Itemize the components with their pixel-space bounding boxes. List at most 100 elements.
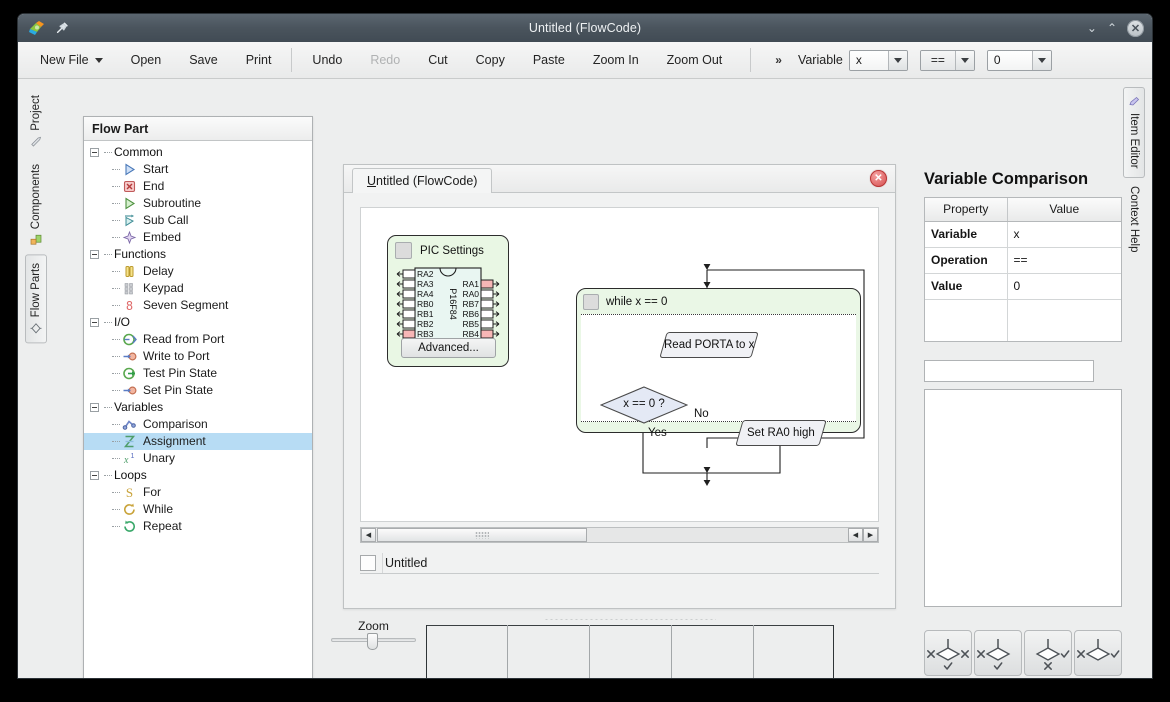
property-value[interactable]: 0 (1007, 273, 1121, 299)
zoom-out-button[interactable]: Zoom Out (653, 48, 737, 73)
open-button[interactable]: Open (117, 48, 176, 73)
sidebar-item-components[interactable]: Components (26, 156, 46, 254)
tree-expander-icon[interactable] (90, 403, 99, 412)
minimize-button[interactable]: ⌄ (1087, 22, 1097, 34)
tree-item-label: Unary (143, 450, 175, 467)
tree-expander-icon[interactable] (90, 250, 99, 259)
search-input[interactable] (924, 360, 1094, 382)
print-label: Print (246, 53, 272, 67)
zoom-in-button[interactable]: Zoom In (579, 48, 653, 73)
delay-icon (122, 264, 137, 279)
scroll-right-arrow-icon[interactable]: ▶ (863, 528, 878, 542)
compare-value-chevron-down-icon[interactable] (1032, 51, 1051, 70)
tree-item-repeat[interactable]: Repeat (84, 518, 312, 535)
tree-item-loops[interactable]: Loops (84, 467, 312, 484)
set-ra0-high-block[interactable]: Set RA0 high (735, 420, 826, 446)
canvas-horizontal-scrollbar[interactable]: ◀ ◀ ▶ (360, 527, 879, 543)
print-button[interactable]: Print (232, 48, 286, 73)
tree-item-seven-segment[interactable]: 8Seven Segment (84, 297, 312, 314)
tree-item-end[interactable]: End (84, 178, 312, 195)
flowchart-canvas[interactable]: PIC Settings P16F84 (360, 207, 879, 522)
sidebar-item-project[interactable]: Project (26, 87, 46, 156)
document-name-value[interactable]: Untitled (382, 553, 879, 573)
tab-untitled-flowcode[interactable]: Untitled (FlowCode) (352, 168, 492, 193)
pin-icon[interactable] (55, 21, 69, 35)
branch-down-yes-right-button[interactable] (1024, 630, 1072, 676)
tree-item-set-pin-state[interactable]: Set Pin State (84, 382, 312, 399)
copy-label: Copy (476, 53, 505, 67)
flow-part-tree-panel: Flow Part CommonStartEndSubroutineSub Ca… (83, 116, 313, 678)
sidebar-item-flow-parts[interactable]: Flow Parts (25, 254, 47, 343)
tree-item-sub-call[interactable]: Sub Call (84, 212, 312, 229)
tree-item-embed[interactable]: Embed (84, 229, 312, 246)
tree-item-label: Delay (143, 263, 174, 280)
while-loop-checkbox[interactable] (583, 294, 599, 310)
copy-button[interactable]: Copy (462, 48, 519, 73)
property-value[interactable]: x (1007, 221, 1121, 247)
branch-down-yes-left-no-button[interactable] (924, 630, 972, 676)
scroll-left-arrow-icon[interactable]: ◀ (361, 528, 376, 542)
item-editor-list-box[interactable] (924, 389, 1122, 607)
chevron-down-icon[interactable] (95, 58, 103, 63)
scroll-left-arrow-icon-2[interactable]: ◀ (848, 528, 863, 542)
tree-item-for[interactable]: SFor (84, 484, 312, 501)
pic-advanced-button[interactable]: Advanced... (401, 338, 496, 358)
tree-item-keypad[interactable]: Keypad (84, 280, 312, 297)
tab-close-icon[interactable]: ✕ (870, 170, 887, 187)
sidebar-item-item-editor-label: Item Editor (1128, 113, 1140, 169)
close-button[interactable]: ✕ (1127, 20, 1144, 37)
undo-button[interactable]: Undo (298, 48, 356, 73)
save-button[interactable]: Save (175, 48, 232, 73)
tree-item-test-pin-state[interactable]: Test Pin State (84, 365, 312, 382)
title-bar: Untitled (FlowCode) ⌄ ⌃ ✕ (18, 14, 1152, 42)
compare-value-select[interactable]: 0 (987, 50, 1052, 71)
branch-down-yes-left-no-icon (925, 631, 971, 675)
components-icon (30, 234, 42, 246)
new-file-button[interactable]: New File (26, 48, 117, 73)
tree-item-variables[interactable]: Variables (84, 399, 312, 416)
operation-select[interactable]: == (920, 50, 975, 71)
tree-expander-icon[interactable] (90, 318, 99, 327)
paste-button[interactable]: Paste (519, 48, 579, 73)
flow-part-tree-body[interactable]: CommonStartEndSubroutineSub CallEmbedFun… (84, 141, 312, 678)
tree-item-write-to-port[interactable]: Write to Port (84, 348, 312, 365)
pic-settings-checkbox[interactable] (395, 242, 412, 259)
tree-item-common[interactable]: Common (84, 144, 312, 161)
tree-item-functions[interactable]: Functions (84, 246, 312, 263)
branch-down-no-right-button[interactable] (974, 630, 1022, 676)
cut-button[interactable]: Cut (414, 48, 461, 73)
tree-item-assignment[interactable]: Assignment (84, 433, 312, 450)
operation-select-chevron-down-icon[interactable] (955, 51, 974, 70)
toolbar-overflow-icon[interactable]: » (769, 53, 788, 67)
pin-label-right: RB6 (462, 309, 479, 319)
tree-expander-icon[interactable] (90, 471, 99, 480)
tree-item-subroutine[interactable]: Subroutine (84, 195, 312, 212)
tree-item-delay[interactable]: Delay (84, 263, 312, 280)
scope-gridline (671, 625, 672, 678)
table-row[interactable]: Operation== (925, 247, 1121, 273)
table-row[interactable]: Variablex (925, 221, 1121, 247)
document-name-checkbox[interactable] (360, 555, 376, 571)
branch-down-left-right-button[interactable] (1074, 630, 1122, 676)
while-loop-title: while x == 0 (606, 296, 667, 308)
maximize-button[interactable]: ⌃ (1107, 22, 1117, 34)
table-row[interactable]: Value0 (925, 273, 1121, 299)
tree-item-label: Set Pin State (143, 382, 213, 399)
tree-item-comparison[interactable]: Comparison (84, 416, 312, 433)
tree-item-i-o[interactable]: I/O (84, 314, 312, 331)
document-name-row: Untitled (360, 552, 879, 574)
zoom-slider[interactable] (331, 638, 416, 642)
pic-settings-block[interactable]: PIC Settings P16F84 (387, 235, 509, 367)
variable-select[interactable]: x (849, 50, 908, 71)
scrollbar-thumb[interactable] (377, 528, 587, 542)
tree-item-start[interactable]: Start (84, 161, 312, 178)
tree-item-read-from-port[interactable]: Read from Port (84, 331, 312, 348)
property-value[interactable]: == (1007, 247, 1121, 273)
tree-item-unary[interactable]: x1Unary (84, 450, 312, 467)
variable-select-chevron-down-icon[interactable] (888, 51, 907, 70)
tree-item-while[interactable]: While (84, 501, 312, 518)
read-porta-block[interactable]: Read PORTA to x (659, 332, 758, 358)
zoom-slider-thumb[interactable] (367, 633, 378, 650)
tree-expander-icon[interactable] (90, 148, 99, 157)
property-table[interactable]: Property Value VariablexOperation==Value… (924, 197, 1122, 342)
